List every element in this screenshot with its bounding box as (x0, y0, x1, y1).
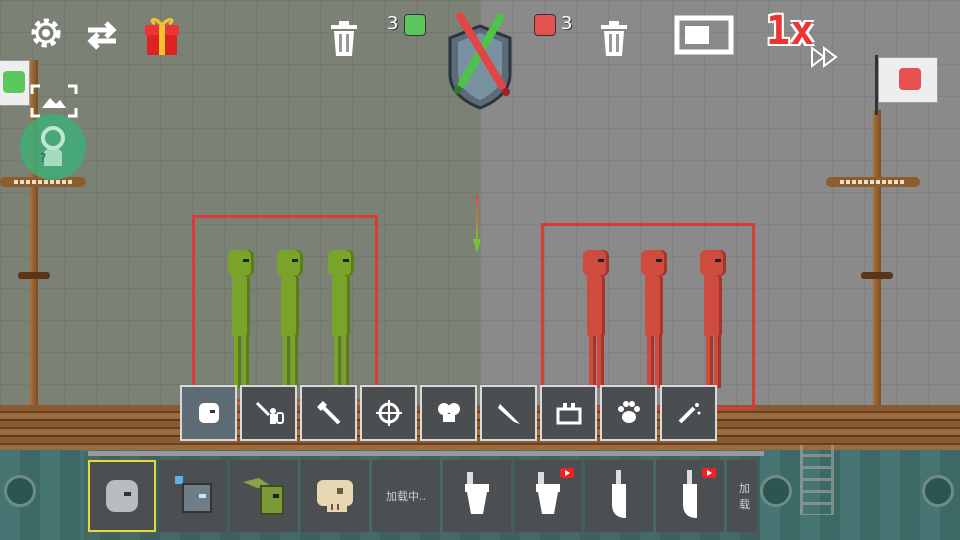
right-yard (826, 177, 920, 187)
green-team-flag (0, 60, 30, 106)
item-slot[interactable] (514, 460, 582, 532)
item-slot[interactable] (301, 460, 369, 532)
skull-icon (317, 480, 353, 512)
item-slot[interactable] (88, 460, 156, 532)
item-slot-loading[interactable]: 加载 (727, 460, 757, 532)
crosshair-icon (375, 400, 402, 426)
settings-gear-icon[interactable] (27, 14, 65, 52)
category-machines-button[interactable] (540, 385, 597, 441)
toilet-icon (465, 472, 489, 514)
character-avatar-icon[interactable]: ? (18, 112, 88, 182)
explosives-icon (437, 403, 460, 422)
green-head-icon (404, 14, 426, 36)
red-head-icon (534, 14, 556, 36)
green-team-count: 3 (387, 13, 399, 34)
left-crow-nest (18, 272, 50, 279)
trash-red-team-icon[interactable] (599, 20, 629, 58)
layout-toggle-icon[interactable] (674, 15, 734, 55)
category-explosives-button[interactable] (420, 385, 477, 441)
trash-green-team-icon[interactable] (329, 20, 359, 58)
animals-paw-icon (617, 401, 640, 423)
category-magic-button[interactable] (660, 385, 717, 441)
category-missiles-button[interactable] (480, 385, 537, 441)
item-slot[interactable] (230, 460, 298, 532)
porthole (4, 475, 36, 507)
game-speed-button[interactable]: 1x (766, 8, 814, 54)
category-animals-button[interactable] (600, 385, 657, 441)
item-slot[interactable] (656, 460, 724, 532)
game-scene[interactable]: ? 3 3 1x 加载中.. 加载 (0, 0, 960, 540)
machines-icon (556, 403, 581, 425)
category-tools-button[interactable] (300, 385, 357, 441)
video-ad-icon (702, 468, 716, 478)
spawn-arrow-icon (473, 195, 481, 253)
green-selection-box[interactable] (192, 215, 378, 402)
red-selection-box[interactable] (541, 223, 755, 410)
melon-head-icon (198, 403, 219, 423)
missile-icon (497, 404, 520, 424)
item-slot[interactable] (443, 460, 511, 532)
red-team-flag (878, 57, 938, 103)
svg-text:?: ? (40, 151, 46, 165)
porthole (760, 475, 792, 507)
right-crow-nest (861, 272, 893, 279)
item-slot[interactable] (585, 460, 653, 532)
magic-wand-icon (678, 403, 700, 424)
urinal-icon (612, 470, 626, 518)
green-face-icon (3, 71, 25, 93)
red-face-icon (899, 68, 921, 90)
porthole (922, 475, 954, 507)
melee-weapons-icon (255, 401, 284, 424)
category-melons-button[interactable] (180, 385, 237, 441)
tools-icon (316, 401, 340, 425)
right-mast (873, 110, 881, 410)
category-melee-button[interactable] (240, 385, 297, 441)
zombie-icon (243, 478, 284, 515)
item-tray-scrollbar[interactable] (88, 451, 764, 456)
gift-icon[interactable] (143, 13, 181, 57)
category-toolbar (180, 385, 723, 445)
video-ad-icon (560, 468, 574, 478)
versus-swords-icon (448, 12, 512, 110)
robot-head-icon (175, 476, 212, 513)
gray-blob-icon (106, 480, 138, 512)
fast-forward-icon[interactable] (810, 46, 840, 68)
urinal-icon (683, 470, 697, 518)
item-slot[interactable] (159, 460, 227, 532)
ladder (800, 445, 834, 515)
red-team-count: 3 (561, 13, 573, 34)
category-firearms-button[interactable] (360, 385, 417, 441)
swap-icon[interactable] (82, 16, 122, 54)
item-slot-loading[interactable]: 加载中.. (372, 460, 440, 532)
